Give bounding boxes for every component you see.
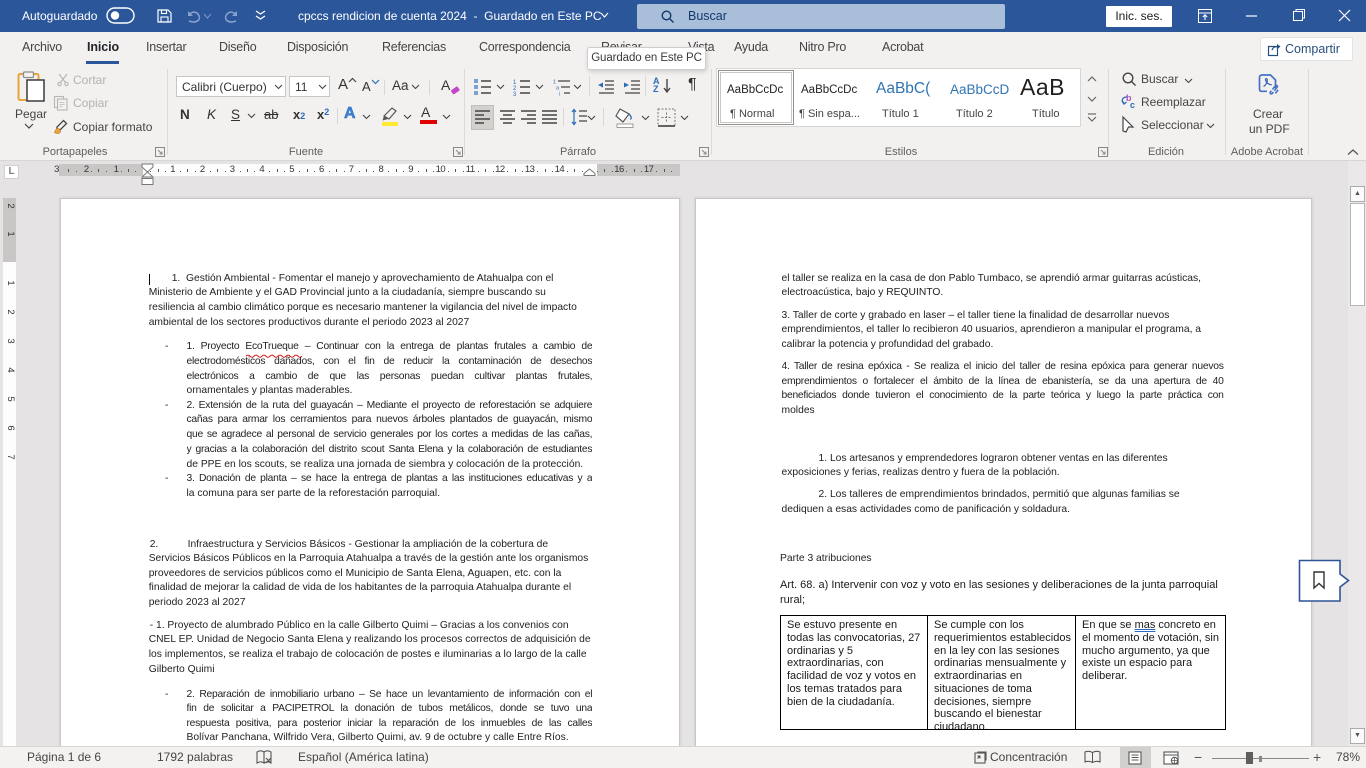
svg-text:c: c [1130, 100, 1135, 110]
svg-text:i: i [559, 92, 560, 98]
